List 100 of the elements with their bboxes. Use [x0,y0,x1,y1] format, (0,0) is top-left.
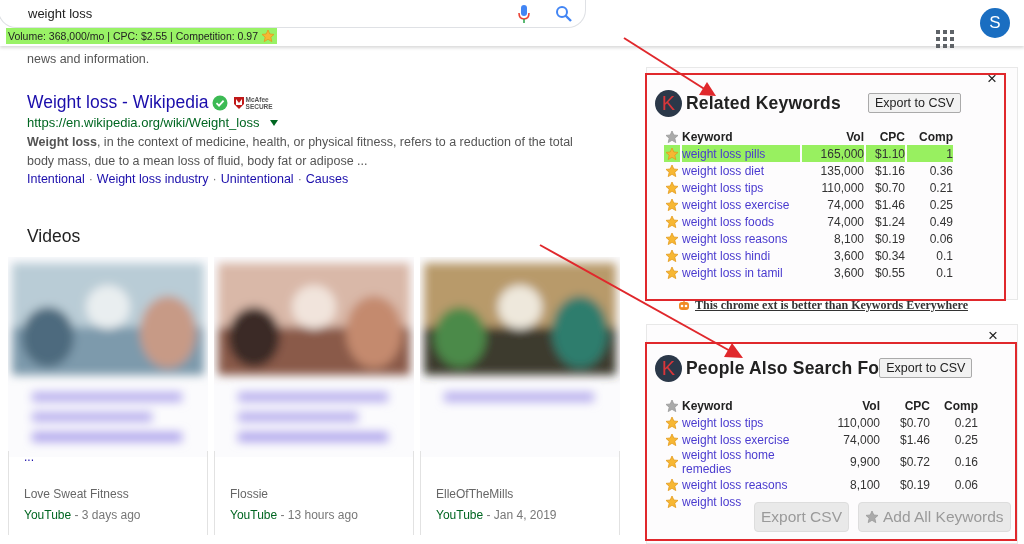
section-heading: Videos [27,226,82,247]
star-icon[interactable] [665,415,679,430]
export-button[interactable]: Export to CSV [867,93,962,113]
table-cell: $1.10 [866,145,905,162]
logo: K [655,354,682,382]
channel-name: Love Sweat Fitness [24,487,130,501]
table-cell: 1 [907,145,953,162]
star-icon[interactable] [665,180,679,195]
table-cell-text: 8,100 [832,230,864,247]
promo-link[interactable]: This chrome ext is better than Keywords Everywhere [695,297,968,313]
channel-name: Flossie [230,487,269,501]
star-icon[interactable] [665,163,679,178]
sitelink[interactable]: Causes [305,172,349,186]
sitelink[interactable]: Unintentional [220,172,294,186]
table-cell-text: 0.1 [935,264,953,281]
table-cell-text: 3,600 [832,247,864,264]
separator-dot: · [88,172,93,186]
table-cell-text: 0.06 [928,230,953,247]
microphone-icon [517,3,531,24]
keyword-link[interactable]: weight loss tips [682,180,764,195]
video-source: YouTube - Jan 4, 2019 [436,508,557,522]
star-icon[interactable] [665,248,679,263]
keyword-link[interactable]: weight loss foods [682,214,775,229]
star-icon[interactable] [665,432,679,447]
result-snippet: Weight loss, in the context of medicine, health, or physical fitness, refers to a reduction of the total body mass, due to a mean loss of fluid, body fat or adipose ... [27,134,574,170]
table-cell-text: 0.25 [953,431,978,448]
panel-title: Related Keywords [686,92,841,114]
keyword-link[interactable]: weight loss reasons [682,477,788,492]
star-icon [665,129,679,144]
channel-name: ElleOfTheMills [436,487,515,501]
column-header: Keyword [682,397,734,414]
table-cell-text: $1.46 [898,431,930,448]
video-source: YouTube - 3 days ago [24,508,141,522]
result-snippet: news and information. [27,52,151,66]
star-icon[interactable] [665,455,679,470]
table-cell-text: $0.70 [873,179,905,196]
shield-icon [232,95,245,110]
result-url: https://en.wikipedia.org/wiki/Weight_loss [27,115,260,130]
star-icon[interactable] [665,477,679,492]
table-cell-text: $0.19 [873,230,905,247]
video-source: YouTube - 13 hours ago [230,508,358,522]
table-cell-text: $0.19 [898,476,930,493]
column-header: CPC [903,397,930,414]
star-icon[interactable] [665,197,679,212]
search-icon [555,4,573,23]
star-icon[interactable] [665,231,679,246]
table-cell: 165,000 [802,145,864,162]
panel-title: People Also Search Fo [686,357,880,379]
keyword-link[interactable]: weight loss reasons [682,231,788,246]
table-cell-text: $0.34 [873,247,905,264]
table-cell-text: 74,000 [826,213,864,230]
table-cell-text: 0.16 [953,454,978,471]
keyword-link[interactable]: weight loss in tamil [682,265,783,280]
keyword-stats: Volume: 368,000/mo | CPC: $2.55 | Competition: 0.97 [8,30,259,42]
star-icon [261,29,276,43]
table-cell-text: 9,900 [848,454,880,471]
table-cell-text: 110,000 [836,414,880,431]
star-icon[interactable] [665,494,679,509]
star-icon [865,510,879,524]
caret-icon[interactable] [269,118,280,127]
table-cell-text: 8,100 [848,476,880,493]
keyword-link[interactable]: weight loss hindi [682,248,771,263]
table-cell-text: $1.16 [873,162,905,179]
result-title-link[interactable]: Weight loss - Wikipedia [27,92,209,113]
table-cell-text: $0.72 [898,454,930,471]
table-cell-text: $0.70 [898,414,930,431]
column-header: Keyword [682,128,734,145]
star-icon[interactable] [665,265,679,280]
table-cell-text: 0.21 [928,179,953,196]
robot-icon [677,299,691,311]
apps-grid-icon[interactable] [936,30,954,48]
star-icon [665,398,679,413]
table-cell-text: 135,000 [819,162,864,179]
sitelink[interactable]: Intentional [27,172,85,186]
table-cell-text: 74,000 [842,431,880,448]
table-cell-text: 0.1 [935,247,953,264]
table-cell-text: 0.25 [928,196,953,213]
separator-dot: · [212,172,217,186]
keyword-link[interactable]: weight loss tips [682,415,764,430]
keyword-link[interactable]: weight loss exercise [682,432,790,447]
keyword-link[interactable]: weight loss diet [682,163,765,178]
column-header: CPC [878,128,905,145]
keyword-link[interactable]: weight loss exercise [682,197,790,212]
close-button[interactable]: × [988,329,998,343]
table-cell-text: 110,000 [820,179,864,196]
column-header: Comp [943,397,978,414]
table-cell-text: $1.46 [873,196,905,213]
table-cell-text: 74,000 [826,196,864,213]
star-icon[interactable] [665,146,679,161]
video-card[interactable]: ... Love Sweat Fitness YouTube - 3 days ago [8,257,208,535]
export-button[interactable]: Export to CSV [879,358,973,378]
close-button[interactable]: × [987,72,997,86]
sitelink[interactable]: Weight loss industry [96,172,209,186]
video-card[interactable]: Flossie YouTube - 13 hours ago [214,257,414,535]
table-cell-text: $0.55 [873,264,905,281]
account-avatar[interactable]: S [980,8,1010,38]
table-cell-text: $1.24 [873,213,905,230]
video-card[interactable]: ElleOfTheMills YouTube - Jan 4, 2019 [420,257,620,535]
keyword-link[interactable]: weight loss [682,494,742,509]
star-icon[interactable] [665,214,679,229]
